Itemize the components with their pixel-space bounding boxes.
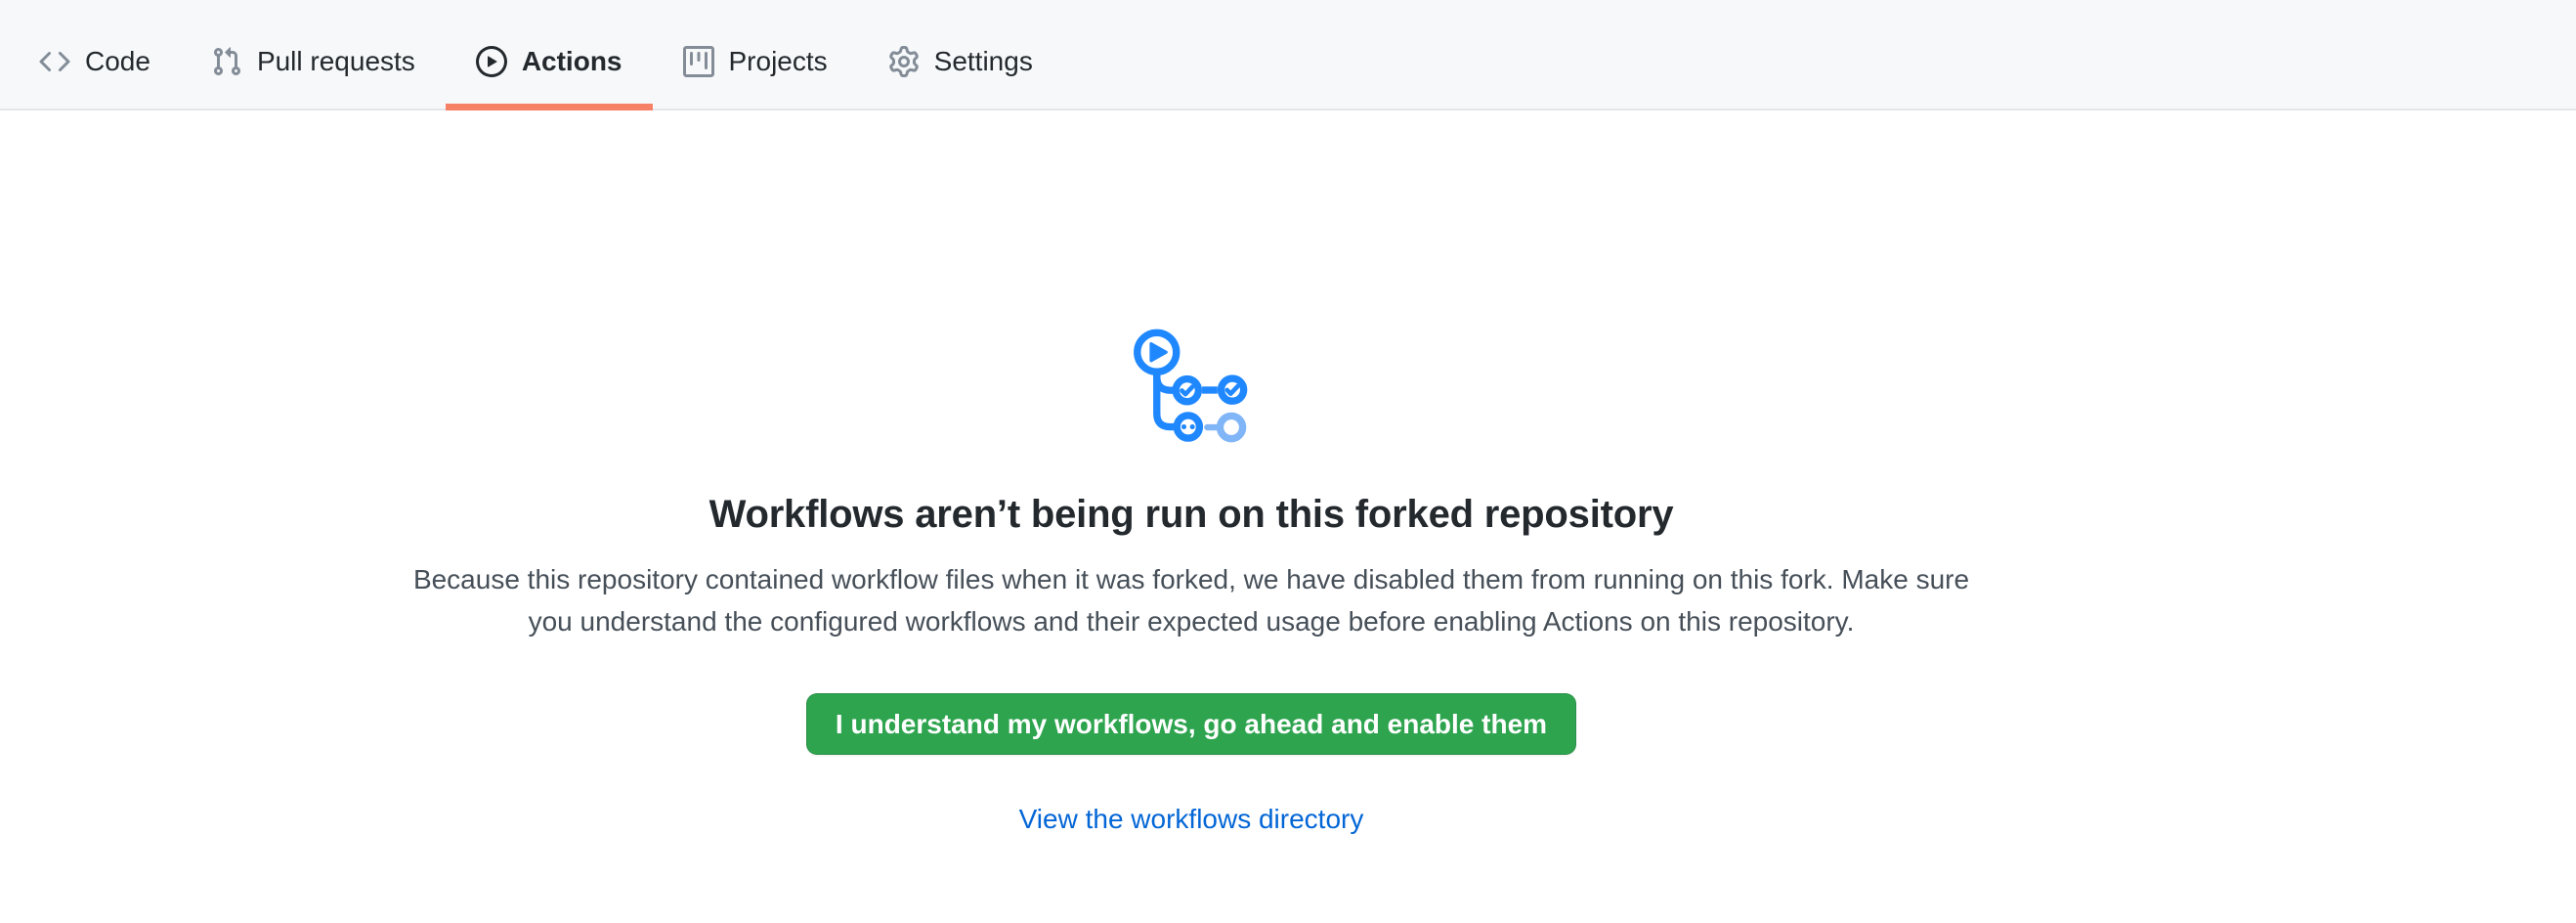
repo-tab-nav: Code Pull requests Actions Projects Sett…: [0, 0, 2576, 110]
tab-label: Pull requests: [257, 48, 415, 75]
tab-settings[interactable]: Settings: [858, 14, 1063, 109]
gear-icon: [888, 46, 920, 77]
enable-workflows-button[interactable]: I understand my workflows, go ahead and …: [806, 693, 1576, 755]
blankslate-description: Because this repository contained workfl…: [390, 558, 1993, 642]
tab-label: Settings: [934, 48, 1033, 75]
tab-label: Code: [85, 48, 150, 75]
tab-actions[interactable]: Actions: [446, 14, 653, 109]
git-pull-request-icon: [211, 46, 242, 77]
tab-pull-requests[interactable]: Pull requests: [181, 14, 446, 109]
blankslate-title: Workflows aren’t being run on this forke…: [709, 493, 1674, 537]
tab-projects[interactable]: Projects: [653, 14, 858, 109]
actions-tab-content: Workflows aren’t being run on this forke…: [0, 110, 2576, 835]
play-icon: [476, 46, 507, 77]
workflow-graph-icon: [1134, 328, 1249, 446]
tab-label: Actions: [522, 48, 623, 75]
code-icon: [39, 46, 70, 77]
tab-code[interactable]: Code: [9, 14, 181, 109]
workflows-disabled-blankslate: Workflows aren’t being run on this forke…: [0, 110, 2383, 835]
tab-label: Projects: [729, 48, 828, 75]
project-icon: [683, 46, 714, 77]
view-workflows-directory-link[interactable]: View the workflows directory: [1019, 804, 1364, 835]
